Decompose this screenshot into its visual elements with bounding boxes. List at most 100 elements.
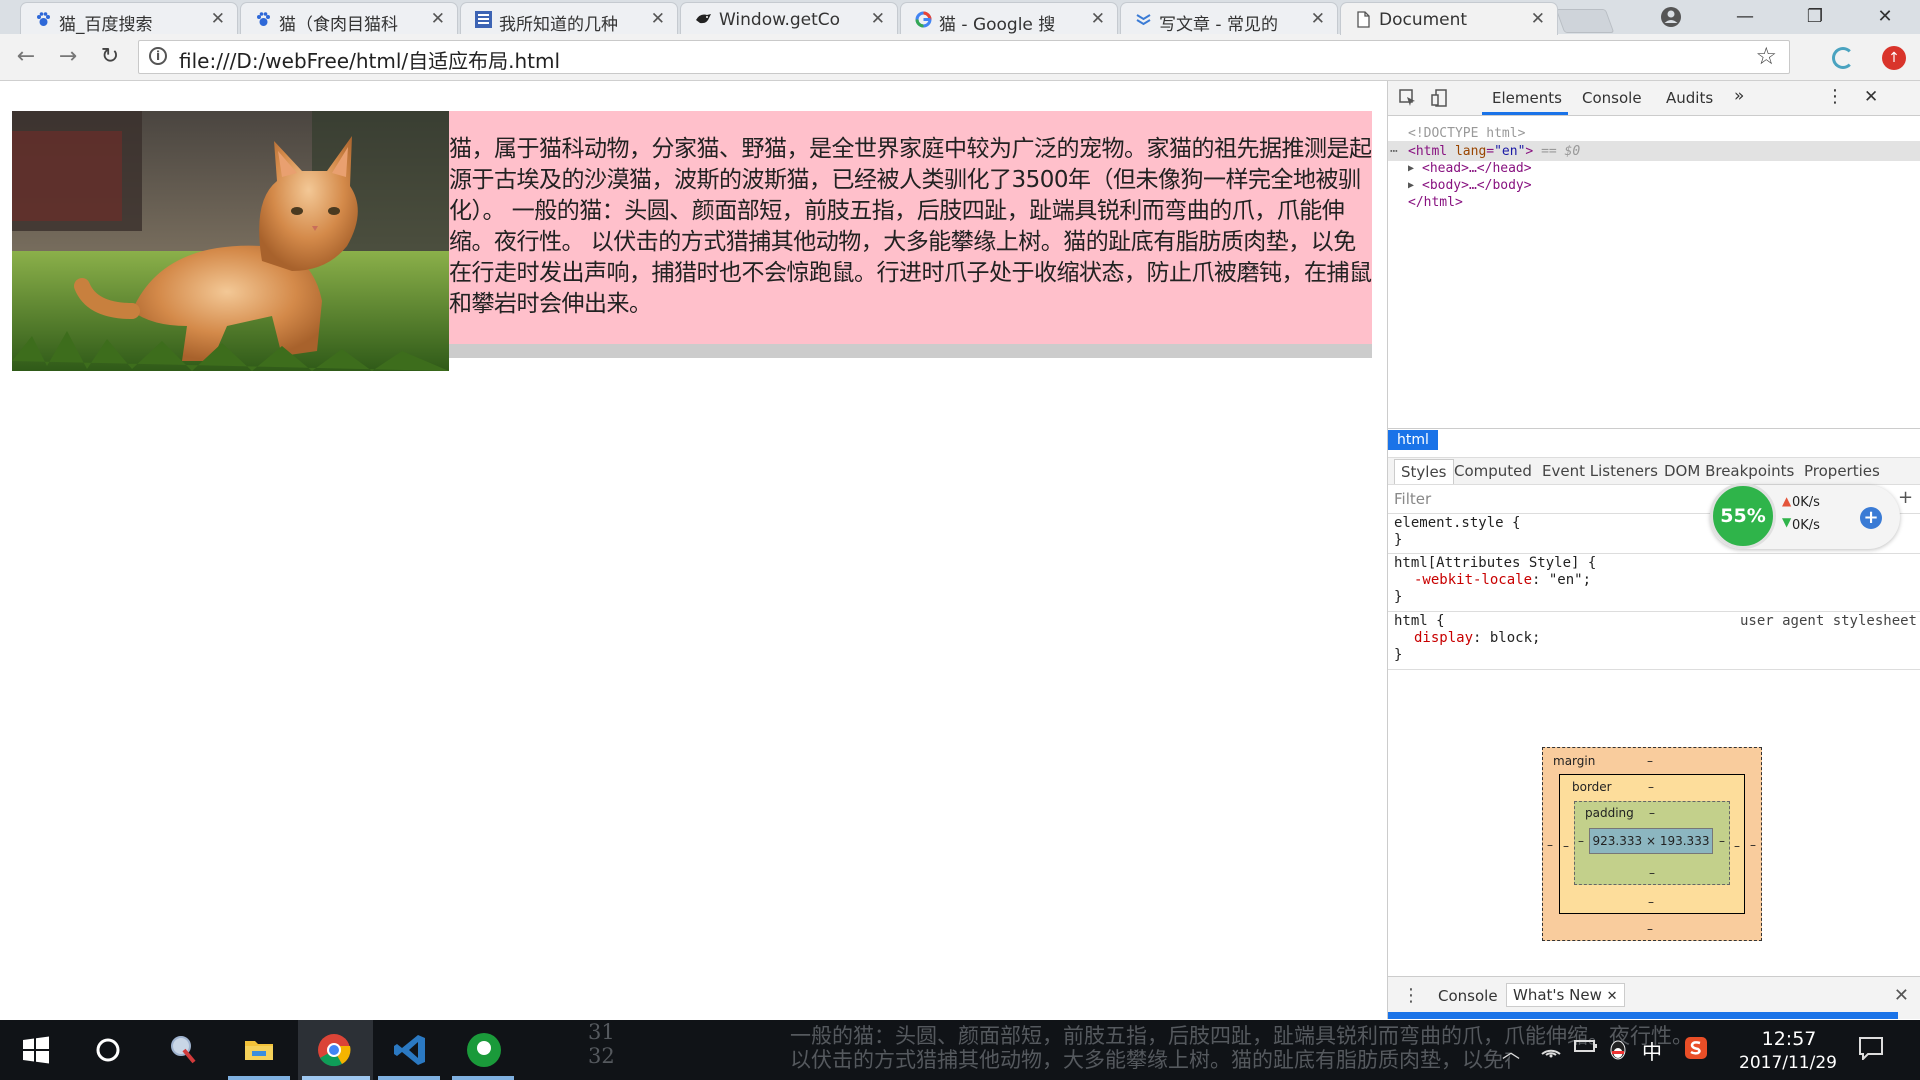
baidu-paw-icon — [37, 12, 50, 26]
devtools-toolbar: Elements Console Audits » ⋮ ✕ — [1388, 81, 1920, 116]
rule-attributes-style[interactable]: html[Attributes Style] { -webkit-locale:… — [1388, 555, 1920, 612]
tab-elements[interactable]: Elements — [1492, 89, 1562, 107]
close-icon[interactable]: ✕ — [651, 9, 665, 29]
box-model-margin[interactable]: margin – – – – border – – – – padding – … — [1542, 747, 1762, 941]
close-icon[interactable]: ✕ — [1531, 9, 1545, 29]
background-editor-line-number: 32 — [588, 1044, 615, 1068]
rule-html-ua[interactable]: html { user agent stylesheet display: bl… — [1388, 613, 1920, 670]
chrome-icon[interactable] — [316, 1032, 352, 1068]
restore-icon[interactable]: ❐ — [1780, 0, 1850, 34]
cortana-search-icon[interactable] — [90, 1032, 126, 1068]
devtools-close-icon[interactable]: ✕ — [1864, 87, 1878, 107]
wifi-icon[interactable] — [1540, 1038, 1562, 1063]
tab-baidu-baike[interactable]: 猫（食肉目猫科 ✕ — [240, 2, 458, 35]
battery-icon[interactable] — [1574, 1038, 1598, 1059]
wechat-app-icon[interactable] — [466, 1032, 502, 1068]
kebab-menu-icon[interactable]: ⋮ — [1826, 86, 1844, 107]
vscode-icon[interactable] — [392, 1032, 428, 1068]
sogou-input-icon[interactable] — [1684, 1036, 1708, 1065]
info-icon[interactable]: i — [149, 47, 167, 65]
tab-event-listeners[interactable]: Event Listeners — [1542, 462, 1658, 480]
device-toolbar-icon[interactable] — [1430, 89, 1450, 109]
running-indicator — [378, 1076, 440, 1080]
memory-usage-indicator[interactable]: 55% — [1710, 483, 1776, 549]
styles-subtabs: Styles Computed Event Listeners DOM Brea… — [1388, 457, 1920, 485]
drawer-menu-icon[interactable]: ⋮ — [1402, 985, 1420, 1006]
action-center-icon[interactable] — [1858, 1036, 1884, 1065]
running-indicator — [302, 1076, 370, 1080]
tab-title: Document — [1379, 10, 1468, 30]
close-icon[interactable]: ✕ — [1311, 9, 1325, 29]
show-hidden-icons-chevron-icon[interactable]: ︿ — [1502, 1038, 1520, 1064]
tab-properties[interactable]: Properties — [1804, 462, 1880, 480]
tab-mdn[interactable]: Window.getCo ✕ — [680, 2, 898, 34]
tab-baidu-search[interactable]: 猫_百度搜索 ✕ — [20, 2, 238, 35]
url-text[interactable]: file:///D:/webFree/html/自适应布局.html — [179, 45, 560, 74]
google-icon — [915, 11, 932, 28]
minimize-icon[interactable]: — — [1710, 0, 1780, 34]
add-rule-icon[interactable]: + — [1898, 487, 1913, 508]
tab-console[interactable]: Console — [1582, 89, 1642, 107]
speedup-plus-icon[interactable]: + — [1860, 507, 1882, 529]
html-tag-name: html — [1415, 144, 1448, 159]
bookmark-star-icon[interactable]: ☆ — [1755, 42, 1777, 70]
tab-blog[interactable]: 我所知道的几种 ✕ — [460, 2, 678, 35]
qq-penguin-icon[interactable] — [1608, 1038, 1628, 1067]
margin-bottom-value: – — [1647, 922, 1653, 936]
css-property: -webkit-locale — [1414, 572, 1533, 588]
network-speed-widget[interactable]: 55% ▲ 0K/s ▼ 0K/s + — [1710, 483, 1900, 549]
box-model-content[interactable]: 923.333 × 193.333 — [1589, 828, 1713, 854]
rule-selector: html { — [1394, 613, 1445, 629]
tab-google[interactable]: 猫 - Google 搜 ✕ — [900, 2, 1118, 35]
tab-title: 猫（食肉目猫科 — [279, 15, 398, 35]
tab-csdn[interactable]: 写文章 - 常见的 ✕ — [1120, 2, 1338, 35]
extension-upload-icon[interactable]: ↑ — [1882, 46, 1906, 70]
reload-icon[interactable]: ↻ — [96, 43, 124, 71]
inspect-element-icon[interactable] — [1398, 89, 1418, 109]
address-bar[interactable]: i file:///D:/webFree/html/自适应布局.html ☆ — [138, 40, 1790, 74]
close-icon[interactable]: ✕ — [1607, 989, 1618, 1004]
breadcrumb-html[interactable]: html — [1388, 430, 1438, 450]
tab-document[interactable]: Document ✕ — [1340, 2, 1558, 35]
forward-icon[interactable]: → — [54, 43, 82, 71]
drawer-tab-whats-new[interactable]: What's New ✕ — [1506, 983, 1625, 1007]
selected-marker: == $0 — [1533, 144, 1581, 159]
clock-date[interactable]: 2017/11/29 — [1728, 1053, 1848, 1073]
dom-html-close[interactable]: </html> — [1388, 192, 1920, 212]
rule-close: } — [1394, 589, 1403, 605]
border-left-value: – — [1563, 839, 1569, 853]
tab-dom-breakpoints[interactable]: DOM Breakpoints — [1664, 462, 1794, 480]
windows-start-icon[interactable] — [18, 1032, 54, 1068]
close-icon[interactable]: ✕ — [871, 9, 885, 29]
drawer-close-icon[interactable]: ✕ — [1894, 985, 1909, 1006]
padding-label: padding — [1585, 806, 1634, 820]
close-icon[interactable]: ✕ — [431, 9, 445, 29]
back-icon[interactable]: ← — [12, 43, 40, 71]
clock-time[interactable]: 12:57 — [1754, 1028, 1824, 1050]
tab-audits[interactable]: Audits — [1666, 89, 1713, 107]
border-bottom-value: – — [1648, 895, 1654, 909]
border-label: border — [1572, 780, 1612, 794]
devtools-drawer: ⋮ Console What's New ✕ ✕ — [1388, 976, 1920, 1019]
more-tabs-icon[interactable]: » — [1734, 86, 1744, 106]
profile-icon[interactable] — [1636, 0, 1706, 34]
drawer-tab-console[interactable]: Console — [1438, 987, 1498, 1005]
file-explorer-icon[interactable] — [242, 1032, 278, 1068]
dom-doctype[interactable]: <!DOCTYPE html> — [1388, 123, 1920, 143]
browser-tab-strip: 猫_百度搜索 ✕ 猫（食肉目猫科 ✕ 我所知道的几种 ✕ Window.getC… — [0, 0, 1920, 35]
box-model-padding[interactable]: padding – – – – 923.333 × 193.333 — [1574, 801, 1730, 885]
window-close-icon[interactable]: ✕ — [1850, 0, 1920, 34]
app-pin-icon[interactable] — [166, 1032, 202, 1068]
tab-title: 写文章 - 常见的 — [1159, 15, 1278, 35]
html-close-text: </html> — [1408, 195, 1463, 210]
new-tab-button[interactable] — [1555, 9, 1615, 33]
close-icon[interactable]: ✕ — [211, 9, 225, 29]
tab-title: 猫_百度搜索 — [59, 15, 153, 35]
box-model-border[interactable]: border – – – – padding – – – – 923.333 ×… — [1559, 774, 1745, 914]
tab-computed[interactable]: Computed — [1454, 462, 1532, 480]
close-icon[interactable]: ✕ — [1091, 9, 1105, 29]
ime-language-indicator[interactable]: 中 — [1642, 1036, 1662, 1065]
extension-swirl-icon[interactable] — [1832, 47, 1854, 69]
tab-styles[interactable]: Styles — [1394, 459, 1454, 484]
cat-description-paragraph: 猫，属于猫科动物，分家猫、野猫，是全世界家庭中较为广泛的宠物。家猫的祖先据推测是… — [449, 136, 1372, 317]
